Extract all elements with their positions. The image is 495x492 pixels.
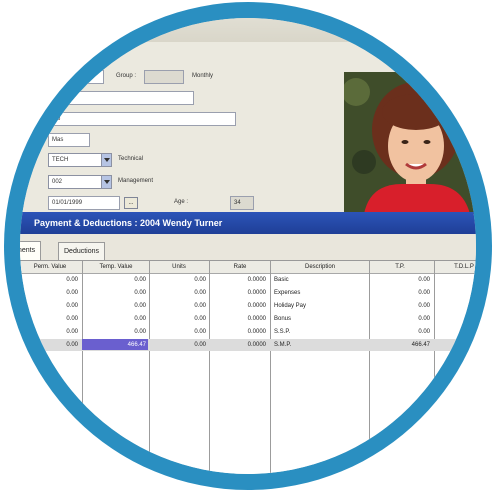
payroll-app-window: Group : Monthly nto Mas TECH Technical 0… xyxy=(20,18,476,474)
units-cell[interactable]: 0.00 xyxy=(152,274,206,286)
title-field[interactable]: Mas xyxy=(48,133,90,147)
grade-code: 002 xyxy=(52,179,63,185)
tdlp-cell[interactable] xyxy=(438,300,476,312)
tab-strip: Payments Deductions xyxy=(20,234,476,260)
grade-select[interactable]: 002 xyxy=(48,175,112,189)
payments-table: Perm. Value Temp. Value Units Rate Descr… xyxy=(20,260,476,474)
age-label: Age : xyxy=(174,199,189,205)
rate-cell[interactable]: 0.0000 xyxy=(212,326,266,338)
group-label: Group : xyxy=(116,73,137,79)
department-code: TECH xyxy=(52,157,69,163)
units-cell[interactable]: 0.00 xyxy=(152,300,206,312)
tdlp-cell[interactable] xyxy=(438,287,476,299)
tdlp-cell[interactable] xyxy=(438,313,476,325)
perm-value-cell[interactable]: 0.00 xyxy=(22,300,78,312)
column-header-tdlp[interactable]: T.D.L.P xyxy=(436,261,476,273)
column-header-temp-value[interactable]: Temp. Value xyxy=(84,261,148,273)
employee-photo xyxy=(344,72,476,214)
temp-value-cell[interactable]: 0.00 xyxy=(86,313,146,325)
rate-cell[interactable]: 0.0000 xyxy=(212,339,266,351)
units-cell[interactable]: 0.00 xyxy=(152,339,206,351)
forename-field[interactable] xyxy=(48,91,194,105)
surname-field[interactable]: nto xyxy=(48,112,236,126)
perm-value-cell[interactable]: 0.00 xyxy=(22,313,78,325)
frequency-text: Monthly xyxy=(192,73,214,79)
description-cell[interactable]: Holiday Pay xyxy=(274,300,366,312)
rate-cell[interactable]: 0.0000 xyxy=(212,313,266,325)
perm-value-cell[interactable]: 0.00 xyxy=(22,326,78,338)
rate-cell[interactable]: 0.0000 xyxy=(212,274,266,286)
table-row[interactable]: 0.00 466.47 0.00 0.0000 S.M.P. 466.47 xyxy=(20,339,476,351)
temp-value-cell[interactable]: 0.00 xyxy=(86,287,146,299)
units-cell[interactable]: 0.00 xyxy=(152,326,206,338)
column-header-units[interactable]: Units xyxy=(150,261,208,273)
column-header-rate[interactable]: Rate xyxy=(210,261,270,273)
grade-name: Management xyxy=(118,178,154,184)
column-header-description[interactable]: Description xyxy=(272,261,368,273)
perm-value-cell[interactable]: 0.00 xyxy=(22,339,78,351)
date-field[interactable]: 01/01/1999 xyxy=(48,196,120,210)
tp-cell[interactable]: 0.00 xyxy=(372,313,430,325)
tp-cell[interactable]: 0.00 xyxy=(372,300,430,312)
tp-cell[interactable]: 0.00 xyxy=(372,274,430,286)
description-cell[interactable]: Basic xyxy=(274,274,366,286)
date-picker-button[interactable]: ... xyxy=(124,197,138,209)
table-row[interactable]: 0.00 0.00 0.00 0.0000 S.S.P. 0.00 xyxy=(20,326,476,338)
temp-value-cell[interactable]: 0.00 xyxy=(86,300,146,312)
temp-value-cell[interactable]: 0.00 xyxy=(86,326,146,338)
department-select[interactable]: TECH xyxy=(48,153,112,167)
column-header-tp[interactable]: T.P. xyxy=(370,261,430,273)
department-name: Technical xyxy=(118,156,144,162)
section-title-bar: Payment & Deductions : 2004 Wendy Turner xyxy=(20,212,476,234)
table-header: Perm. Value Temp. Value Units Rate Descr… xyxy=(20,261,476,274)
units-cell[interactable]: 0.00 xyxy=(152,313,206,325)
tp-cell[interactable]: 0.00 xyxy=(372,326,430,338)
temp-value-cell[interactable]: 0.00 xyxy=(86,274,146,286)
description-cell[interactable]: Expenses xyxy=(274,287,366,299)
tp-cell[interactable]: 466.47 xyxy=(372,339,430,351)
table-row[interactable]: 0.00 0.00 0.00 0.0000 Expenses 0.00 xyxy=(20,287,476,299)
chevron-down-icon[interactable] xyxy=(101,154,111,166)
tp-cell[interactable]: 0.00 xyxy=(372,287,430,299)
window-toolbar xyxy=(20,18,476,42)
table-row[interactable]: 0.00 0.00 0.00 0.0000 Bonus 0.00 xyxy=(20,313,476,325)
rate-cell[interactable]: 0.0000 xyxy=(212,300,266,312)
description-cell[interactable]: S.S.P. xyxy=(274,326,366,338)
screenshot-viewport: Group : Monthly nto Mas TECH Technical 0… xyxy=(20,18,476,474)
column-header-perm-value[interactable]: Perm. Value xyxy=(20,261,80,273)
age-field: 34 xyxy=(230,196,254,210)
tdlp-cell[interactable] xyxy=(438,326,476,338)
temp-value-cell[interactable]: 466.47 xyxy=(86,339,146,351)
chevron-down-icon[interactable] xyxy=(101,176,111,188)
units-cell[interactable]: 0.00 xyxy=(152,287,206,299)
description-cell[interactable]: Bonus xyxy=(274,313,366,325)
perm-value-cell[interactable]: 0.00 xyxy=(22,274,78,286)
perm-value-cell[interactable]: 0.00 xyxy=(22,287,78,299)
code-field[interactable] xyxy=(64,70,104,84)
table-row[interactable]: 0.00 0.00 0.00 0.0000 Basic 0.00 240 xyxy=(20,274,476,286)
rate-cell[interactable]: 0.0000 xyxy=(212,287,266,299)
tdlp-cell[interactable] xyxy=(438,339,476,351)
tab-deductions[interactable]: Deductions xyxy=(58,242,106,260)
description-cell[interactable]: S.M.P. xyxy=(274,339,366,351)
group-field[interactable] xyxy=(144,70,184,84)
tab-payments[interactable]: Payments xyxy=(20,241,42,260)
portrait-image xyxy=(344,72,476,214)
tdlp-cell[interactable]: 240 xyxy=(438,274,476,286)
table-row[interactable]: 0.00 0.00 0.00 0.0000 Holiday Pay 0.00 xyxy=(20,300,476,312)
